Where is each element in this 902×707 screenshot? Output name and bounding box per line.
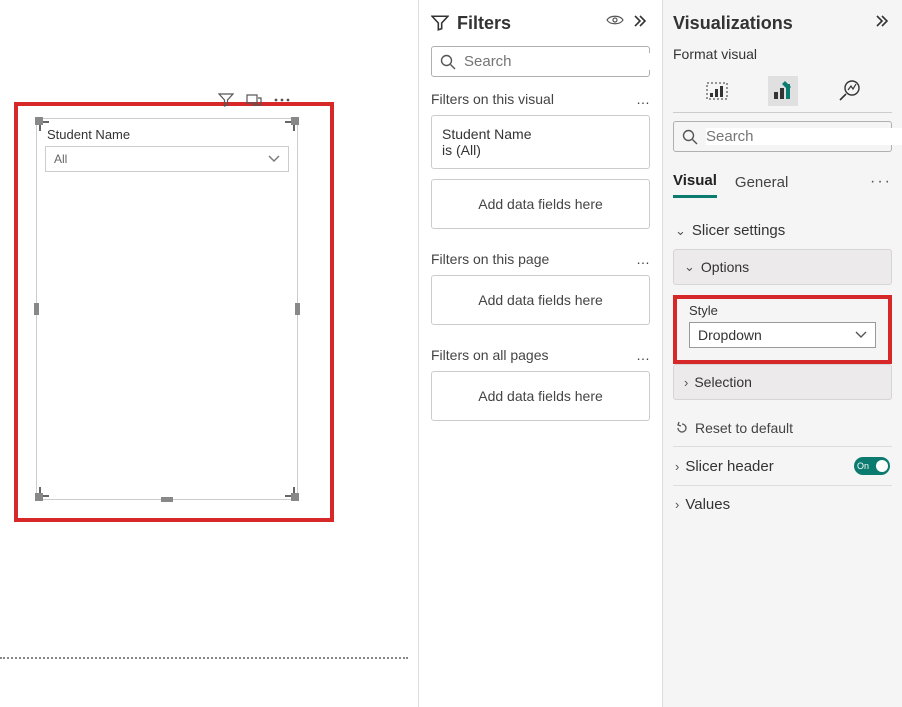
format-accordion: ⌄ Slicer settings ⌄ Options Style Dropdo…: [673, 212, 892, 523]
page-boundary: [0, 657, 408, 659]
focus-mode-icon[interactable]: [243, 89, 265, 111]
slicer-header-toggle[interactable]: On: [854, 457, 890, 475]
analytics-tab[interactable]: [834, 76, 864, 106]
chevron-down-icon: ⌄: [675, 223, 686, 239]
viz-mode-tabs: [673, 68, 892, 113]
report-canvas[interactable]: Student Name All: [0, 0, 418, 707]
more-icon[interactable]: …: [636, 251, 650, 267]
filters-page-section-header: Filters on this page …: [431, 251, 650, 267]
subsection-options: ⌄ Options: [673, 249, 892, 285]
viz-header: Visualizations: [673, 0, 892, 46]
add-fields-all[interactable]: Add data fields here: [431, 371, 650, 421]
format-visual-tab[interactable]: [768, 76, 798, 106]
filters-pane: Filters Filters on this visual … Student…: [418, 0, 662, 707]
chevron-down-icon: ⌄: [684, 259, 695, 275]
slicer-visual[interactable]: Student Name All: [36, 118, 298, 500]
resize-handle[interactable]: [35, 117, 43, 125]
slicer-title: Student Name: [37, 119, 297, 146]
resize-handle[interactable]: [291, 117, 299, 125]
slicer-dropdown-value: All: [54, 152, 67, 166]
chevron-down-icon: [855, 331, 867, 339]
filters-title: Filters: [457, 13, 598, 34]
collapse-pane-icon[interactable]: [632, 14, 650, 32]
chevron-down-icon: [268, 155, 280, 163]
viz-subtitle: Format visual: [673, 46, 892, 62]
visual-toolbar: [215, 89, 293, 111]
eye-icon[interactable]: [606, 14, 624, 32]
chevron-right-icon: ›: [675, 497, 679, 512]
subsection-selection: › Selection: [673, 364, 892, 400]
tab-visual[interactable]: Visual: [673, 166, 717, 198]
search-icon: [440, 54, 456, 70]
slicer-dropdown[interactable]: All: [45, 146, 289, 172]
build-visual-tab[interactable]: [702, 76, 732, 106]
add-fields-visual[interactable]: Add data fields here: [431, 179, 650, 229]
filter-card-field: Student Name: [442, 126, 639, 142]
filter-card-summary: is (All): [442, 142, 639, 158]
more-icon[interactable]: …: [636, 91, 650, 107]
format-tabs: Visual General ···: [673, 166, 892, 198]
reset-icon: [675, 421, 689, 435]
style-row: Style Dropdown: [673, 295, 892, 364]
more-options-icon[interactable]: [271, 89, 293, 111]
resize-handle[interactable]: [291, 493, 299, 501]
viz-search-input[interactable]: [706, 128, 902, 145]
resize-handle[interactable]: [35, 493, 43, 501]
tab-general[interactable]: General: [735, 168, 788, 197]
section-slicer-settings[interactable]: ⌄ Slicer settings: [673, 212, 892, 249]
chevron-right-icon: ›: [684, 375, 688, 390]
search-icon: [682, 129, 698, 145]
more-icon[interactable]: …: [636, 347, 650, 363]
filters-visual-section-header: Filters on this visual …: [431, 91, 650, 107]
filter-card-student-name[interactable]: Student Name is (All): [431, 115, 650, 169]
visualizations-pane: Visualizations Format visual Visual Gene…: [662, 0, 902, 707]
subsection-options-header[interactable]: ⌄ Options: [674, 250, 891, 284]
reset-to-default[interactable]: Reset to default: [673, 410, 892, 446]
viz-title: Visualizations: [673, 13, 866, 34]
add-fields-page[interactable]: Add data fields here: [431, 275, 650, 325]
viz-search[interactable]: [673, 121, 892, 152]
more-options-icon[interactable]: ···: [870, 173, 892, 191]
style-dropdown[interactable]: Dropdown: [689, 322, 876, 348]
filters-search-input[interactable]: [464, 53, 663, 70]
subsection-selection-header[interactable]: › Selection: [674, 365, 891, 399]
collapse-pane-icon[interactable]: [874, 14, 892, 32]
filters-search[interactable]: [431, 46, 650, 77]
resize-handle[interactable]: [34, 303, 39, 315]
section-values[interactable]: › Values: [673, 486, 892, 523]
style-label: Style: [689, 303, 876, 318]
section-slicer-header[interactable]: › Slicer header On: [673, 447, 892, 485]
chevron-right-icon: ›: [675, 459, 679, 474]
filter-icon[interactable]: [215, 89, 237, 111]
filter-icon: [431, 14, 449, 32]
resize-handle[interactable]: [295, 303, 300, 315]
resize-handle[interactable]: [161, 497, 173, 502]
style-dropdown-value: Dropdown: [698, 327, 762, 343]
filters-header: Filters: [431, 0, 650, 46]
filters-all-section-header: Filters on all pages …: [431, 347, 650, 363]
